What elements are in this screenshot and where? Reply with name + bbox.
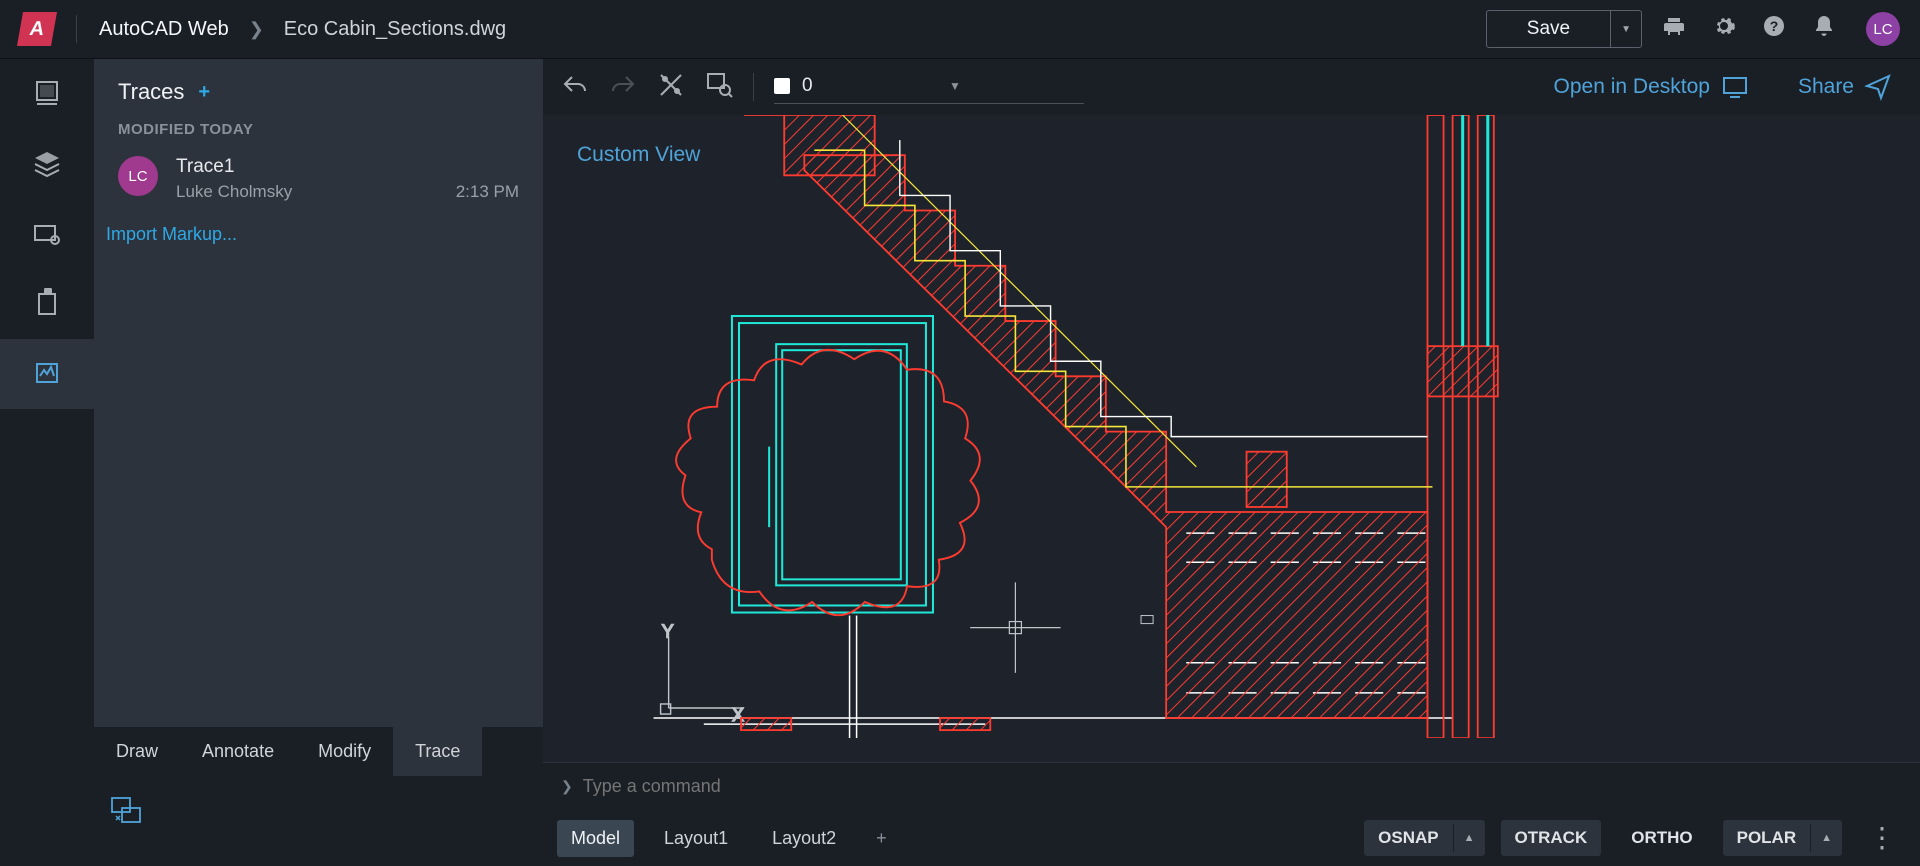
rail-blocks[interactable] xyxy=(0,199,94,269)
add-layout-button[interactable]: + xyxy=(866,828,897,849)
canvas-area: 0 ▼ Open in Desktop Share Custom View xyxy=(543,59,1920,866)
trace-author-avatar: LC xyxy=(118,156,158,196)
trace-toolbar xyxy=(94,776,543,866)
snap-osnap[interactable]: OSNAP▲ xyxy=(1364,820,1484,856)
trace-author: Luke Cholmsky xyxy=(176,182,292,202)
rail-layers[interactable] xyxy=(0,129,94,199)
save-button[interactable]: Save ▼ xyxy=(1486,10,1642,48)
layer-color-swatch xyxy=(774,78,790,94)
tool-tab-trace[interactable]: Trace xyxy=(393,727,482,776)
layout-tab-2[interactable]: Layout2 xyxy=(758,820,850,857)
tool-tab-annotate[interactable]: Annotate xyxy=(180,727,296,776)
add-trace-button[interactable]: + xyxy=(198,81,210,104)
trace-list-item[interactable]: LC Trace1 Luke Cholmsky 2:13 PM xyxy=(94,146,543,212)
layer-name: 0 xyxy=(802,75,937,97)
tool-tab-draw[interactable]: Draw xyxy=(94,727,180,776)
print-icon[interactable] xyxy=(1656,8,1692,50)
snap-ortho[interactable]: ORTHO xyxy=(1617,820,1706,856)
share-button[interactable]: Share xyxy=(1798,73,1892,101)
rail-trace[interactable] xyxy=(0,339,94,409)
snap-otrack[interactable]: OTRACK xyxy=(1501,820,1602,856)
divider xyxy=(76,15,77,43)
bell-icon[interactable] xyxy=(1806,8,1842,50)
chevron-up-icon[interactable]: ▲ xyxy=(1453,824,1485,852)
rail-properties[interactable] xyxy=(0,59,94,129)
more-options-button[interactable]: ⋮ xyxy=(1858,831,1906,845)
cad-drawing: Y X xyxy=(543,115,1920,738)
trace-name: Trace1 xyxy=(176,156,519,178)
left-rail xyxy=(0,59,94,866)
svg-text:Y: Y xyxy=(662,622,674,642)
app-logo: A xyxy=(17,12,57,46)
command-line[interactable]: ❯ xyxy=(543,762,1920,810)
save-dropdown[interactable]: ▼ xyxy=(1610,11,1641,47)
status-bar: Model Layout1 Layout2 + OSNAP▲ OTRACK OR… xyxy=(543,810,1920,866)
rail-xref[interactable] xyxy=(0,269,94,339)
svg-text:?: ? xyxy=(1770,18,1779,34)
chevron-up-icon[interactable]: ▲ xyxy=(1810,824,1842,852)
zoom-extents-button[interactable] xyxy=(657,71,685,104)
canvas-toolbar: 0 ▼ Open in Desktop Share xyxy=(543,59,1920,115)
traces-panel: Traces + MODIFIED TODAY LC Trace1 Luke C… xyxy=(94,59,543,866)
app-header: A AutoCAD Web ❯ Eco Cabin_Sections.dwg S… xyxy=(0,0,1920,59)
undo-button[interactable] xyxy=(561,71,589,104)
layout-tab-model[interactable]: Model xyxy=(557,820,634,857)
panel-title: Traces xyxy=(118,79,184,105)
drawing-viewport[interactable]: Custom View xyxy=(543,115,1920,762)
command-input[interactable] xyxy=(583,776,1902,797)
zoom-window-button[interactable] xyxy=(705,71,733,104)
trace-tool-button[interactable] xyxy=(108,794,148,835)
layer-selector[interactable]: 0 ▼ xyxy=(774,71,1084,104)
gear-icon[interactable] xyxy=(1706,8,1742,50)
redo-button[interactable] xyxy=(609,71,637,104)
chevron-right-icon: ❯ xyxy=(561,778,573,795)
tool-tab-bar: Draw Annotate Modify Trace xyxy=(94,727,543,776)
open-in-desktop-button[interactable]: Open in Desktop xyxy=(1554,75,1748,99)
section-modified-today: MODIFIED TODAY xyxy=(94,113,543,146)
trace-time: 2:13 PM xyxy=(456,182,519,202)
layout-tab-1[interactable]: Layout1 xyxy=(650,820,742,857)
chevron-right-icon: ❯ xyxy=(249,19,264,40)
breadcrumb-app[interactable]: AutoCAD Web xyxy=(99,18,229,41)
breadcrumb-file[interactable]: Eco Cabin_Sections.dwg xyxy=(284,18,506,41)
import-markup-link[interactable]: Import Markup... xyxy=(94,212,543,245)
snap-polar[interactable]: POLAR▲ xyxy=(1723,820,1842,856)
user-avatar[interactable]: LC xyxy=(1866,12,1900,46)
help-icon[interactable]: ? xyxy=(1756,8,1792,50)
tool-tab-modify[interactable]: Modify xyxy=(296,727,393,776)
chevron-down-icon: ▼ xyxy=(949,79,1084,93)
